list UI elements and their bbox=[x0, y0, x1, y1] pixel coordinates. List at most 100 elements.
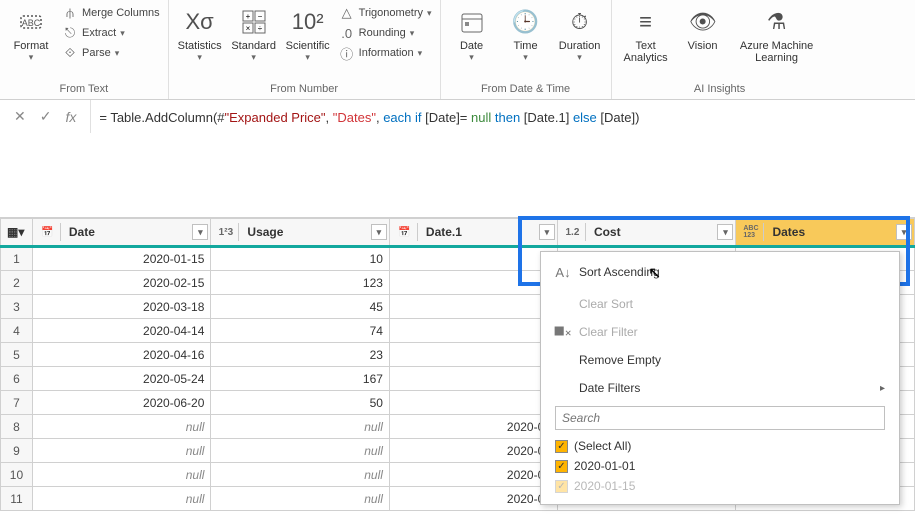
cell-date[interactable]: 2020-02-15 bbox=[32, 271, 211, 295]
row-header[interactable]: 8 bbox=[1, 415, 33, 439]
column-header-cost[interactable]: 1.2Cost ▾ bbox=[557, 219, 736, 247]
cell-date1[interactable] bbox=[389, 343, 557, 367]
row-header[interactable]: 9 bbox=[1, 439, 33, 463]
cell-date[interactable]: 2020-01-15 bbox=[32, 247, 211, 271]
cell-date[interactable]: 2020-03-18 bbox=[32, 295, 211, 319]
filter-dropdown-icon[interactable]: ▾ bbox=[192, 224, 208, 240]
cell-date1[interactable] bbox=[389, 391, 557, 415]
cell-date1[interactable] bbox=[389, 319, 557, 343]
row-header[interactable]: 7 bbox=[1, 391, 33, 415]
cell-date[interactable]: 2020-05-24 bbox=[32, 367, 211, 391]
information-button[interactable]: ⓘ Information ▾ bbox=[337, 44, 434, 62]
cell-date[interactable]: 2020-06-20 bbox=[32, 391, 211, 415]
cell-date[interactable]: 2020-04-14 bbox=[32, 319, 211, 343]
row-header[interactable]: 4 bbox=[1, 319, 33, 343]
filter-value-item[interactable]: ✓ 2020-01-01 bbox=[555, 456, 885, 476]
row-header[interactable]: 5 bbox=[1, 343, 33, 367]
remove-empty-item[interactable]: Remove Empty bbox=[541, 346, 899, 374]
fx-icon[interactable]: fx bbox=[65, 109, 76, 125]
filter-value-label: 2020-01-01 bbox=[574, 459, 635, 473]
statistics-button[interactable]: Χσ Statistics ▾ bbox=[175, 4, 225, 65]
rounding-button[interactable]: .0 Rounding ▾ bbox=[337, 24, 434, 42]
cell-date[interactable]: null bbox=[32, 487, 211, 511]
formula-text[interactable]: = Table.AddColumn(#"Expanded Price", "Da… bbox=[91, 100, 915, 136]
row-header[interactable]: 10 bbox=[1, 463, 33, 487]
cell-usage[interactable]: null bbox=[211, 439, 390, 463]
extract-button[interactable]: ⎋ Extract ▾ bbox=[60, 24, 162, 42]
column-header-dates[interactable]: ABC 123Dates ▾ bbox=[736, 219, 915, 247]
date-icon bbox=[456, 6, 488, 38]
filter-dropdown-icon[interactable]: ▾ bbox=[896, 224, 912, 240]
column-header-usage[interactable]: 1²3Usage ▾ bbox=[211, 219, 390, 247]
extract-label: Extract bbox=[82, 27, 116, 39]
cell-date1[interactable]: 2020-02 bbox=[389, 439, 557, 463]
azure-ml-button[interactable]: ⚗ Azure Machine Learning bbox=[732, 4, 822, 66]
cancel-formula-icon[interactable]: ✕ bbox=[14, 108, 26, 125]
cell-date1[interactable]: 2020-03 bbox=[389, 463, 557, 487]
format-button[interactable]: ABC Format ▾ bbox=[6, 4, 56, 65]
cell-usage[interactable]: 123 bbox=[211, 271, 390, 295]
filter-dropdown-icon[interactable]: ▾ bbox=[539, 224, 555, 240]
filter-value-select-all[interactable]: ✓ (Select All) bbox=[555, 436, 885, 456]
filter-search-input[interactable] bbox=[555, 406, 885, 430]
filter-dropdown-icon[interactable]: ▾ bbox=[371, 224, 387, 240]
cell-date1[interactable] bbox=[389, 271, 557, 295]
cell-usage[interactable]: 50 bbox=[211, 391, 390, 415]
cell-date[interactable]: null bbox=[32, 439, 211, 463]
formula-null: null bbox=[471, 110, 491, 125]
blank-icon bbox=[555, 296, 571, 312]
cell-usage[interactable]: null bbox=[211, 487, 390, 511]
merge-columns-button[interactable]: ⫛ Merge Columns bbox=[60, 4, 162, 22]
row-header[interactable]: 11 bbox=[1, 487, 33, 511]
menu-label: Remove Empty bbox=[579, 353, 661, 367]
cell-date1[interactable] bbox=[389, 367, 557, 391]
date-button[interactable]: Date ▾ bbox=[447, 4, 497, 65]
group-label-ai: AI Insights bbox=[694, 81, 745, 99]
parse-button[interactable]: ⟐ Parse ▾ bbox=[60, 44, 162, 62]
cell-date1[interactable] bbox=[389, 247, 557, 271]
caret-icon: ▾ bbox=[251, 52, 256, 63]
calendar-type-icon: 📅 bbox=[39, 223, 61, 241]
commit-formula-icon[interactable]: ✓ bbox=[40, 108, 52, 125]
cell-usage[interactable]: null bbox=[211, 415, 390, 439]
trigonometry-label: Trigonometry bbox=[359, 7, 423, 19]
date-filters-item[interactable]: Date Filters ▸ bbox=[541, 374, 899, 402]
cell-usage[interactable]: null bbox=[211, 463, 390, 487]
cell-usage[interactable]: 167 bbox=[211, 367, 390, 391]
column-header-date[interactable]: 📅Date ▾ bbox=[32, 219, 211, 247]
vision-button[interactable]: 👁 Vision bbox=[678, 4, 728, 54]
duration-label: Duration bbox=[559, 40, 601, 52]
filter-dropdown-icon[interactable]: ▾ bbox=[717, 224, 733, 240]
text-analytics-button[interactable]: ≡ Text Analytics bbox=[618, 4, 674, 66]
formula-then: then bbox=[491, 110, 520, 125]
filter-value-item[interactable]: ✓ 2020-01-15 bbox=[555, 476, 885, 496]
cell-date[interactable]: null bbox=[32, 415, 211, 439]
row-header[interactable]: 3 bbox=[1, 295, 33, 319]
caret-icon: ▾ bbox=[469, 52, 474, 63]
cell-usage[interactable]: 45 bbox=[211, 295, 390, 319]
scientific-button[interactable]: 10² Scientific ▾ bbox=[283, 4, 333, 65]
cell-usage[interactable]: 23 bbox=[211, 343, 390, 367]
duration-button[interactable]: ⏱ Duration ▾ bbox=[555, 4, 605, 65]
standard-button[interactable]: +−×÷ Standard ▾ bbox=[229, 4, 279, 65]
cell-date[interactable]: null bbox=[32, 463, 211, 487]
cell-date1[interactable]: 2020-04 bbox=[389, 487, 557, 511]
caret-icon: ▾ bbox=[577, 52, 582, 63]
duration-icon: ⏱ bbox=[564, 6, 596, 38]
row-header[interactable]: 2 bbox=[1, 271, 33, 295]
cell-usage[interactable]: 10 bbox=[211, 247, 390, 271]
trigonometry-button[interactable]: △ Trigonometry ▾ bbox=[337, 4, 434, 22]
sort-ascending-item[interactable]: A↓ Sort Ascending bbox=[541, 258, 899, 286]
corner-header[interactable]: ▦▾ bbox=[1, 219, 33, 247]
row-header[interactable]: 1 bbox=[1, 247, 33, 271]
cell-date[interactable]: 2020-04-16 bbox=[32, 343, 211, 367]
ribbon: ABC Format ▾ ⫛ Merge Columns ⎋ Extract ▾… bbox=[0, 0, 915, 100]
time-button[interactable]: 🕒 Time ▾ bbox=[501, 4, 551, 65]
cell-usage[interactable]: 74 bbox=[211, 319, 390, 343]
vision-icon: 👁 bbox=[687, 6, 719, 38]
cell-date1[interactable]: 2020-01 bbox=[389, 415, 557, 439]
cell-date1[interactable] bbox=[389, 295, 557, 319]
row-header[interactable]: 6 bbox=[1, 367, 33, 391]
column-header-date1[interactable]: 📅Date.1 ▾ bbox=[389, 219, 557, 247]
menu-label: Sort Ascending bbox=[579, 265, 660, 279]
